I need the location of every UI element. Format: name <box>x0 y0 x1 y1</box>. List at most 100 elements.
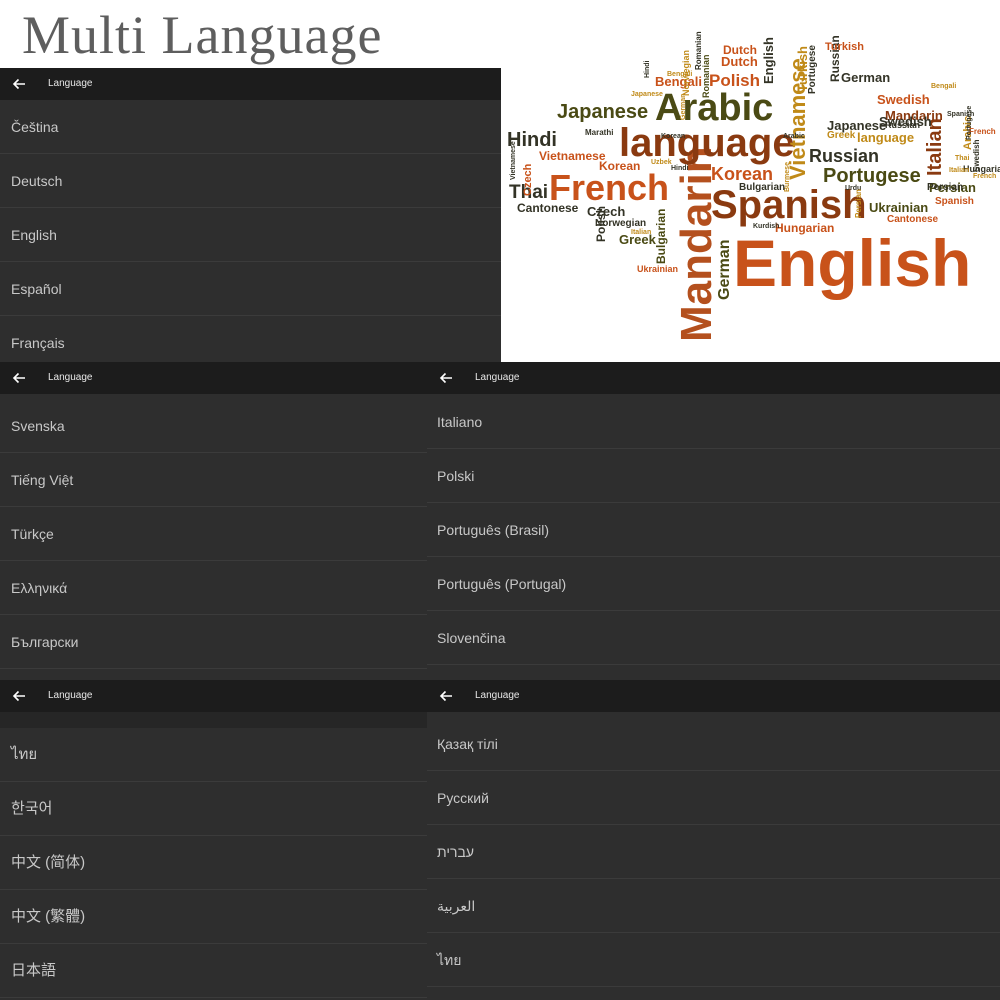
app-bar: Language <box>0 362 427 394</box>
language-screen-3: Language Italiano Polski Português (Bras… <box>427 362 1000 680</box>
language-item[interactable]: Português (Portugal) <box>427 557 1000 611</box>
cloud-word: Cantonese <box>517 201 579 215</box>
cloud-word: Vietnamese <box>539 149 606 163</box>
cloud-word: Korean <box>711 164 773 184</box>
cloud-word: Dutch <box>723 43 757 57</box>
app-bar-title: Language <box>475 372 520 383</box>
cloud-word: Greek <box>827 130 856 141</box>
language-item[interactable]: العربية <box>427 879 1000 933</box>
language-item[interactable]: Български <box>0 615 427 669</box>
language-item[interactable]: English <box>0 208 501 262</box>
language-item[interactable]: Қазақ тілі <box>427 717 1000 771</box>
language-label: Italiano <box>437 414 483 430</box>
back-arrow-icon[interactable] <box>438 370 454 386</box>
headline-title: Multi Language <box>22 5 383 65</box>
language-item[interactable]: Español <box>0 262 501 316</box>
app-bar: Language <box>427 680 1000 712</box>
cloud-word: French <box>969 127 996 136</box>
cloud-word: Persian <box>927 182 963 193</box>
language-item[interactable]: 日本語 <box>0 944 427 998</box>
cloud-word: Polish <box>594 206 608 242</box>
cloud-word: Ukrainian <box>869 200 928 215</box>
language-label: Čeština <box>11 119 59 135</box>
language-label: Ελληνικά <box>11 580 68 596</box>
language-label: Português (Portugal) <box>437 576 567 592</box>
cloud-word: Romanian <box>694 31 703 70</box>
language-item[interactable]: Türkçe <box>0 507 427 561</box>
cloud-word: Bengali <box>931 83 956 90</box>
language-label: 한국어 <box>11 800 53 817</box>
cloud-word: Arabic <box>655 87 773 129</box>
cloud-word: Norwegian <box>681 50 691 96</box>
cloud-word: Thai <box>955 155 969 162</box>
language-label: 中文 (繁體) <box>11 908 86 925</box>
back-arrow-icon[interactable] <box>11 688 27 704</box>
language-item[interactable]: Svenska <box>0 399 427 453</box>
language-item[interactable]: Tiếng Việt <box>0 453 427 507</box>
language-item[interactable]: Русский <box>427 771 1000 825</box>
language-item[interactable]: Italiano <box>427 395 1000 449</box>
language-item[interactable]: עברית <box>427 825 1000 879</box>
language-item[interactable]: Deutsch <box>0 154 501 208</box>
language-label: Deutsch <box>11 173 63 189</box>
cloud-word: Portugese <box>823 165 921 187</box>
language-item[interactable]: Čeština <box>0 100 501 154</box>
cloud-word: Kurdish <box>753 223 779 230</box>
language-list: ไทย 한국어 中文 (简体) 中文 (繁體) 日本語 <box>0 728 427 998</box>
cloud-word: Ukrainian <box>637 264 678 274</box>
app-bar-title: Language <box>475 690 520 701</box>
language-item[interactable]: Português (Brasil) <box>427 503 1000 557</box>
cloud-word: Uzbek <box>651 159 672 166</box>
cloud-word: German <box>716 240 733 300</box>
cloud-word: Cantonese <box>887 214 939 225</box>
language-screen-4: Language ไทย 한국어 中文 (简体) 中文 (繁體) 日本語 <box>0 680 427 1000</box>
language-label: Polski <box>437 468 475 484</box>
back-arrow-icon[interactable] <box>11 370 27 386</box>
language-label: ไทย <box>437 952 462 968</box>
language-item[interactable]: 中文 (简体) <box>0 836 427 890</box>
language-label: Svenska <box>11 418 65 434</box>
language-label: Español <box>11 281 62 297</box>
language-list: Қазақ тілі Русский עברית العربية ไทย <box>427 717 1000 987</box>
language-item[interactable]: 中文 (繁體) <box>0 890 427 944</box>
cloud-word: Italian <box>949 167 969 174</box>
language-item[interactable]: Polski <box>427 449 1000 503</box>
cloud-word: Portugese <box>807 45 818 94</box>
cloud-word: Russian <box>885 120 920 130</box>
cloud-word: Hindi <box>671 165 689 172</box>
cloud-word: Korean <box>661 133 685 140</box>
language-item[interactable]: Français <box>0 316 501 362</box>
language-label: Български <box>11 634 79 650</box>
language-item[interactable]: 한국어 <box>0 782 427 836</box>
cloud-word: German <box>680 94 687 120</box>
language-item[interactable]: Slovenčina <box>427 611 1000 665</box>
cloud-word: Italian <box>631 229 651 236</box>
app-bar: Language <box>427 362 1000 394</box>
cloud-word: Korean <box>599 159 640 173</box>
language-label: Tiếng Việt <box>11 472 74 488</box>
list-top-gap <box>0 712 427 728</box>
cloud-word: German <box>841 70 890 85</box>
back-arrow-icon[interactable] <box>438 688 454 704</box>
cloud-word: French <box>973 173 996 180</box>
language-list: Italiano Polski Português (Brasil) Portu… <box>427 395 1000 665</box>
language-item[interactable]: ไทย <box>0 728 427 782</box>
language-list: Čeština Deutsch English Español Français <box>0 100 501 362</box>
cloud-word: Arabic <box>783 133 805 140</box>
language-screen-5: Language Қазақ тілі Русский עברית العربي… <box>427 680 1000 1000</box>
cloud-word: Japanese <box>557 101 648 123</box>
language-label: Português (Brasil) <box>437 522 550 538</box>
language-label: Русский <box>437 790 489 806</box>
cloud-word: English <box>733 226 971 300</box>
app-bar: Language <box>0 68 501 100</box>
language-item[interactable]: ไทย <box>427 933 1000 987</box>
app-bar-title: Language <box>48 372 93 383</box>
cloud-word: Persian <box>854 189 863 218</box>
language-label: 日本語 <box>11 962 57 979</box>
language-label: עברית <box>437 844 475 860</box>
language-label: ไทย <box>11 746 38 763</box>
language-item[interactable]: Ελληνικά <box>0 561 427 615</box>
back-arrow-icon[interactable] <box>11 76 27 92</box>
language-label: العربية <box>437 898 476 914</box>
app-bar-title: Language <box>48 78 93 89</box>
